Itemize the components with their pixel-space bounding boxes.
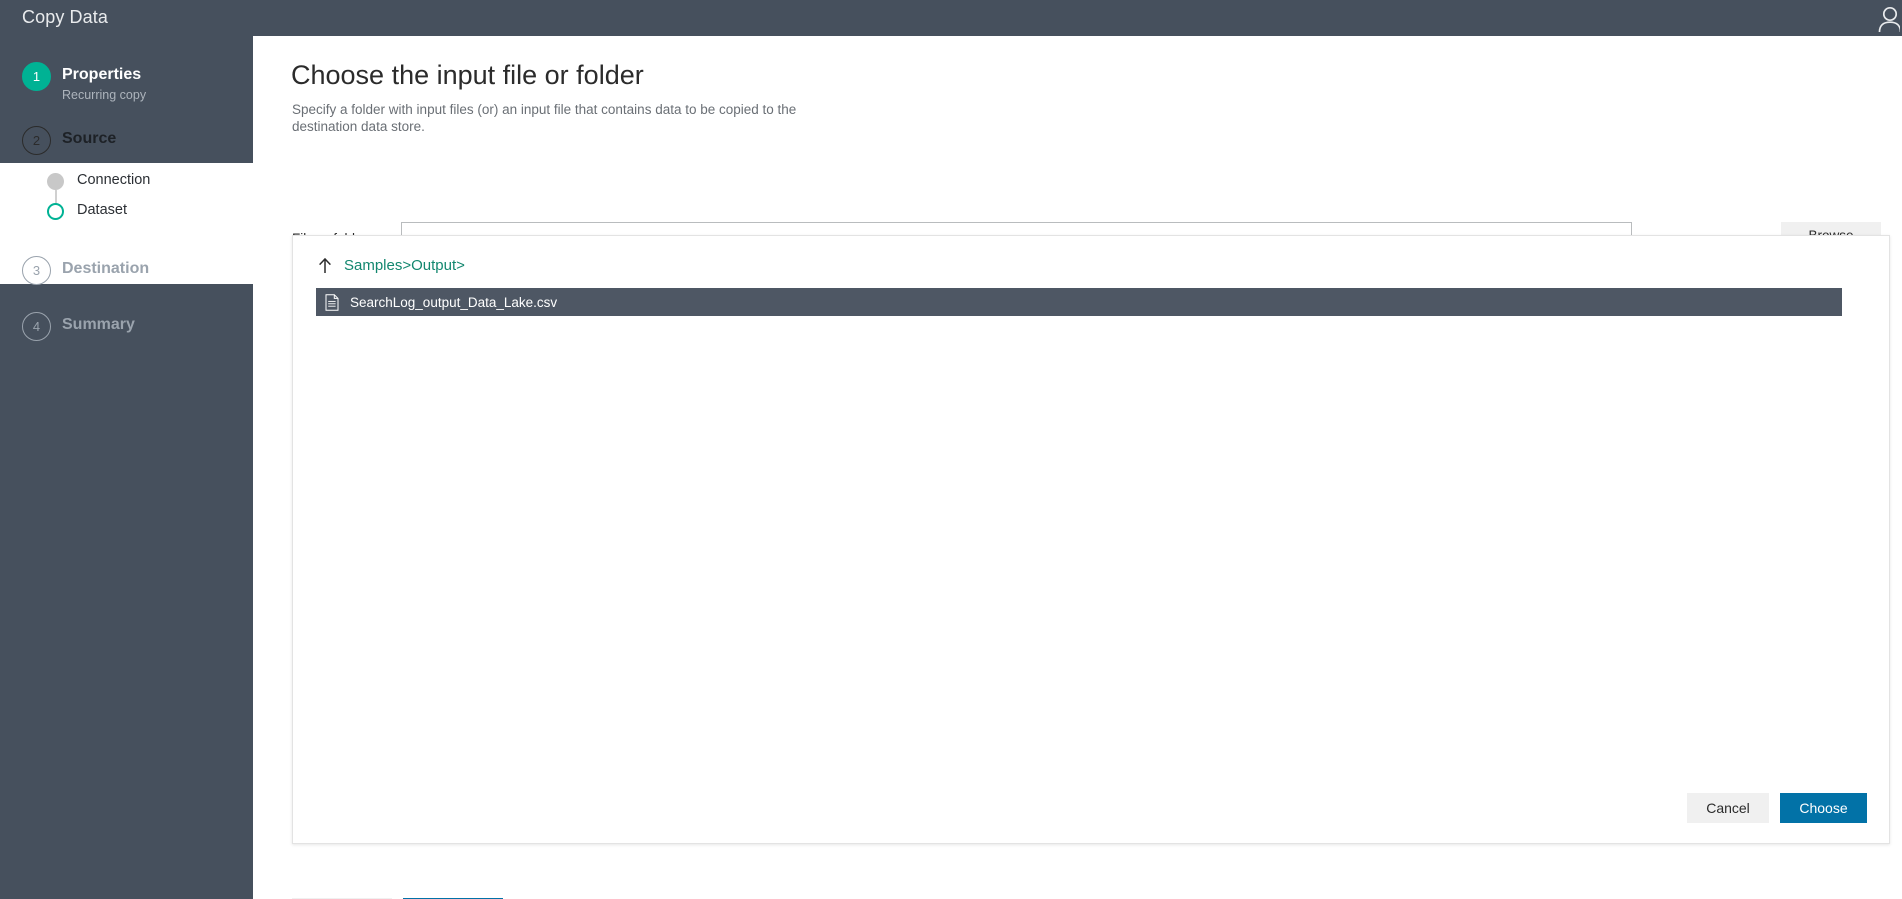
- choose-button[interactable]: Choose: [1780, 793, 1867, 823]
- list-item[interactable]: SearchLog_output_Data_Lake.csv: [316, 288, 1842, 316]
- file-list: SearchLog_output_Data_Lake.csv: [316, 288, 1842, 316]
- step-label: Summary: [62, 316, 135, 333]
- breadcrumb-separator: >: [456, 256, 465, 274]
- copy-data-wizard: Copy Data 1 Properties Recurring copy 2 …: [0, 0, 1902, 899]
- page-description: Specify a folder with input files (or) a…: [292, 102, 797, 135]
- breadcrumb: Samples > Output >: [316, 253, 465, 277]
- step-sublabel: Recurring copy: [62, 88, 147, 102]
- wizard-sidebar: 1 Properties Recurring copy 2 Source Con…: [0, 36, 253, 899]
- panel-action-bar: Cancel Choose: [1687, 793, 1867, 823]
- step-number-badge: 2: [22, 126, 51, 155]
- file-document-icon: [325, 293, 339, 311]
- step-number-badge: 3: [22, 256, 51, 285]
- app-header: Copy Data: [0, 0, 1902, 36]
- step-number-badge: 4: [22, 312, 51, 341]
- sidebar-item-connection[interactable]: Connection: [0, 170, 253, 214]
- sidebar-item-dataset[interactable]: Dataset: [0, 200, 253, 226]
- app-title: Copy Data: [22, 7, 108, 27]
- substep-status-dot: [47, 203, 64, 220]
- step-number-badge: 1: [22, 62, 51, 91]
- user-account-icon[interactable]: [1860, 2, 1900, 36]
- breadcrumb-separator: >: [402, 256, 412, 274]
- substep-label: Connection: [77, 172, 151, 188]
- main-content: Choose the input file or folder Specify …: [253, 36, 1902, 899]
- cancel-button[interactable]: Cancel: [1687, 793, 1769, 823]
- file-name: SearchLog_output_Data_Lake.csv: [350, 294, 558, 310]
- substep-label: Dataset: [77, 202, 127, 218]
- step-label: Properties: [62, 66, 142, 83]
- file-browser-panel: Samples > Output > SearchLog_output_Data…: [292, 235, 1890, 844]
- step-label: Destination: [62, 260, 150, 277]
- page-title: Choose the input file or folder: [291, 60, 644, 90]
- substep-status-dot: [47, 173, 64, 190]
- arrow-up-icon[interactable]: [316, 255, 334, 275]
- breadcrumb-item-samples[interactable]: Samples: [344, 257, 402, 274]
- breadcrumb-item-output[interactable]: Output: [411, 257, 456, 274]
- step-label: Source: [62, 130, 117, 147]
